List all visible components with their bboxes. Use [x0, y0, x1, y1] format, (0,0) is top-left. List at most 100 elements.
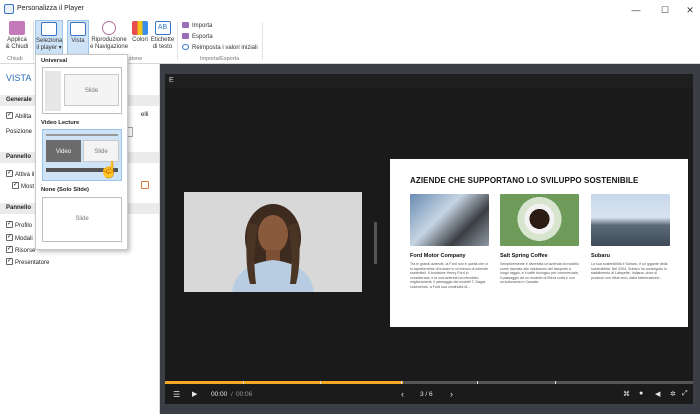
universal-label: Universal: [41, 58, 68, 64]
palette-icon: [132, 21, 148, 35]
presenter-video: [184, 192, 362, 292]
player-select-icon: [41, 22, 57, 36]
top-strip: [46, 134, 118, 136]
checkbox[interactable]: [6, 257, 13, 265]
attachment-icon[interactable]: ⌘: [623, 390, 630, 398]
minimize-button[interactable]: —: [630, 4, 642, 16]
progress-tick: [320, 381, 321, 384]
time-total: 00:06: [236, 391, 253, 398]
hand-cursor-icon: ☝: [99, 162, 119, 179]
settings-icon[interactable]: ✲: [670, 390, 676, 398]
prev-icon[interactable]: ‹: [401, 389, 404, 399]
progress-tick: [477, 381, 478, 384]
progress-bar[interactable]: [165, 381, 693, 384]
checkbox[interactable]: [6, 220, 13, 228]
column-title: Subaru: [591, 253, 610, 259]
player-controls: ☰ ▶ 00:00 / 00:06 ‹ 3 / 6 › ⌘ ● ◀ ✲ ⤢: [165, 381, 693, 404]
panel-title: VISTA: [6, 73, 32, 83]
group-close-label: Chiudi: [7, 56, 23, 62]
column-text: Tra le grandi aziende, la Ford non è que…: [410, 262, 489, 289]
column-title: Salt Spring Coffee: [500, 253, 548, 259]
video-lecture-layout-option[interactable]: Video Slide ☝: [42, 129, 122, 181]
presenter-icon[interactable]: ●: [639, 390, 643, 397]
ribbon-separator: [177, 22, 178, 60]
page-indicator: 3 / 6: [420, 391, 433, 398]
checkbox[interactable]: [6, 245, 13, 253]
checkbox[interactable]: [6, 111, 13, 119]
resources-label: Risorse: [15, 248, 36, 254]
view-icon: [70, 22, 86, 36]
player-layout-menu: Universal Slide Video Lecture Video Slid…: [35, 54, 128, 250]
coffee-photo: [500, 194, 579, 246]
maximize-button[interactable]: ☐: [659, 4, 671, 16]
progress-tick: [401, 381, 402, 384]
apply-close-icon: [9, 21, 25, 35]
enable-label: Abilita: [15, 114, 32, 120]
split-handle[interactable]: [374, 222, 377, 264]
export-button[interactable]: Esporta: [182, 33, 213, 40]
activate-checkbox-row[interactable]: Attiva il: [6, 169, 34, 178]
menu-icon[interactable]: ☰: [173, 390, 180, 399]
next-icon[interactable]: ›: [450, 389, 453, 399]
checkbox[interactable]: [6, 233, 13, 241]
modules-checkbox-row[interactable]: Modali: [6, 233, 33, 242]
checkbox[interactable]: [6, 169, 13, 177]
column-text: Semplicemente è diventata un'azienda di …: [500, 262, 579, 285]
none-slide-only-label: None (Solo Slide): [41, 187, 89, 193]
reset-icon: [182, 44, 189, 50]
view-button[interactable]: Vista: [67, 20, 89, 55]
export-icon: [182, 33, 189, 39]
colors-label: Colori: [132, 37, 148, 43]
app-icon: [4, 4, 14, 14]
playback-navigation-label: Riproduzione e Navigazione: [90, 37, 129, 50]
resources-checkbox-row[interactable]: Risorse: [6, 245, 36, 254]
slide-only-preview: Slide: [46, 201, 118, 238]
group-import-export-label: Importa/Esporta: [200, 56, 240, 62]
title-bar: Personalizza il Player — ☐ ✕: [0, 0, 700, 19]
playback-navigation-button[interactable]: Riproduzione e Navigazione: [90, 21, 128, 50]
text-label-icon: AB: [154, 21, 171, 35]
close-button[interactable]: ✕: [684, 4, 696, 16]
edit-icon[interactable]: [141, 181, 149, 189]
apply-close-button[interactable]: Applica & Chiudi: [4, 21, 30, 50]
profile-checkbox-row[interactable]: Profilo: [6, 220, 32, 229]
progress-fill: [165, 381, 403, 384]
select-player-label: Seleziona il player ▾: [36, 38, 63, 51]
window-title: Personalizza il Player: [17, 5, 84, 12]
universal-slide-preview: Slide: [64, 74, 119, 106]
ribbon-separator: [262, 22, 263, 60]
group-customize-label: zione: [129, 56, 143, 62]
progress-tick: [243, 381, 244, 384]
universal-layout-option[interactable]: Slide: [42, 67, 122, 114]
slide-content: AZIENDE CHE SUPPORTANO LO SVILUPPO SOSTE…: [390, 159, 688, 327]
car-photo: [410, 194, 489, 246]
player-top-letter: E: [169, 77, 174, 84]
column-text: La sua sostenibilità è Subaru, è un giga…: [591, 262, 668, 280]
slide-only-layout-option[interactable]: Slide: [42, 197, 122, 242]
presenter-label: Presentatore: [15, 260, 50, 266]
slide-column-coffee: Salt Spring Coffee Semplicemente è diven…: [500, 194, 579, 285]
video-preview: Video: [46, 140, 81, 162]
reset-label: Reimposta i valori iniziali: [192, 45, 258, 51]
volume-icon[interactable]: ◀: [655, 390, 660, 398]
progress-tick: [555, 381, 556, 384]
select-player-button[interactable]: Seleziona il player ▾: [35, 20, 63, 55]
slide-title: AZIENDE CHE SUPPORTANO LO SVILUPPO SOSTE…: [410, 176, 639, 185]
play-icon[interactable]: ▶: [192, 390, 197, 398]
text-labels-button[interactable]: AB Etichette di testo: [150, 21, 175, 50]
presenter-checkbox-row[interactable]: Presentatore: [6, 257, 50, 266]
import-button[interactable]: Importa: [182, 22, 212, 29]
fullscreen-icon[interactable]: ⤢: [682, 390, 688, 398]
enable-label-suffix: elli: [141, 112, 149, 118]
reset-button[interactable]: Reimposta i valori iniziali: [182, 44, 258, 51]
text-labels-label: Etichette di testo: [150, 37, 175, 50]
colors-button[interactable]: Colori: [130, 21, 150, 44]
modules-label: Modali: [15, 236, 33, 242]
lecture-slide-preview: Slide: [83, 140, 119, 162]
show-checkbox-row[interactable]: Most: [12, 181, 35, 190]
enable-checkbox-row[interactable]: Abilita: [6, 111, 32, 120]
checkbox[interactable]: [12, 181, 19, 189]
time-current: 00:00: [211, 391, 228, 398]
slide-column-ford: Ford Motor Company Tra le grandi aziende…: [410, 194, 489, 290]
show-label: Most: [21, 184, 35, 190]
